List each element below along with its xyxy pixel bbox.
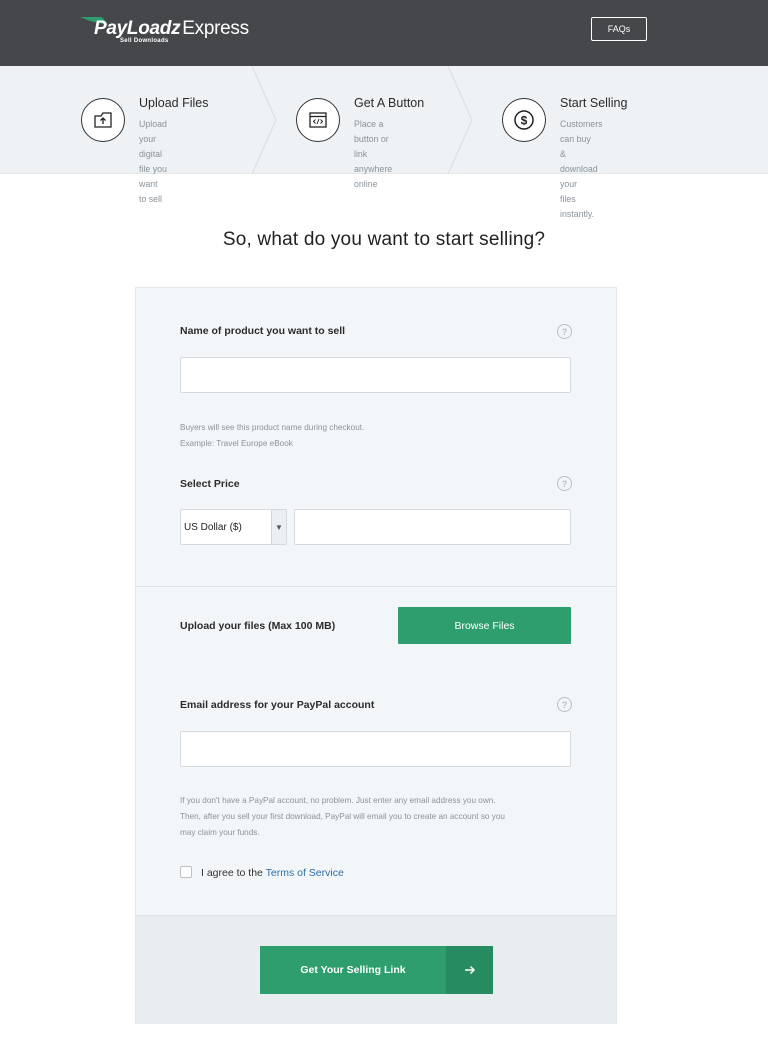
steps-banner: Upload Files Upload your digital file yo… [0,66,768,219]
paypal-email-input[interactable] [180,731,571,767]
browse-files-button[interactable]: Browse Files [398,607,571,644]
product-name-label: Name of product you want to sell [180,325,346,337]
chevron-down-icon: ▼ [271,510,286,544]
help-icon[interactable]: ? [557,476,572,491]
upload-files-label: Upload your files (Max 100 MB) [180,620,336,632]
product-name-hint: Buyers will see this product name during… [180,423,365,448]
step-divider-chevron [251,66,277,174]
code-window-icon [296,98,340,142]
svg-text:$: $ [521,114,528,128]
section-divider [136,586,616,587]
payloadz-logo[interactable]: PayLoadz Express Sell Downloads [80,16,270,48]
help-icon[interactable]: ? [557,324,572,339]
step-title: Start Selling [560,96,628,110]
agree-terms-label: I agree to the Terms of Service [201,867,344,879]
currency-select[interactable]: US Dollar ($) ▼ [180,509,287,545]
arrow-right-icon [446,946,493,994]
logo-tagline: Sell Downloads [120,38,169,44]
logo-wordmark: PayLoadz Express [94,18,249,39]
terms-of-service-link[interactable]: Terms of Service [266,867,344,879]
page-title: So, what do you want to start selling? [222,229,546,250]
faqs-button[interactable]: FAQs [591,17,647,41]
upload-icon [81,98,125,142]
step-description: Customers can buy & download your files … [560,119,603,219]
top-header: PayLoadz Express Sell Downloads FAQs [0,0,768,66]
get-selling-link-button[interactable]: Get Your Selling Link [260,946,493,994]
agree-terms-checkbox[interactable] [180,866,192,878]
step-divider-chevron [447,66,473,174]
form-footer: Get Your Selling Link [136,916,616,1024]
step-description: Place a button or link anywhere online [354,119,393,189]
get-selling-link-label: Get Your Selling Link [300,964,406,976]
step-description: Upload your digital file you want to sel… [139,119,167,204]
step-title: Upload Files [139,96,209,110]
currency-selected-value: US Dollar ($) [184,522,242,533]
help-icon[interactable]: ? [557,697,572,712]
dollar-icon: $ [502,98,546,142]
select-price-label: Select Price [180,478,240,490]
price-input[interactable] [294,509,571,545]
product-name-input[interactable] [180,357,571,393]
sell-form-card: Name of product you want to sell ? Buyer… [135,287,617,1024]
email-hint: If you don't have a PayPal account, no p… [180,796,505,837]
step-title: Get A Button [354,96,425,110]
email-label: Email address for your PayPal account [180,699,375,711]
